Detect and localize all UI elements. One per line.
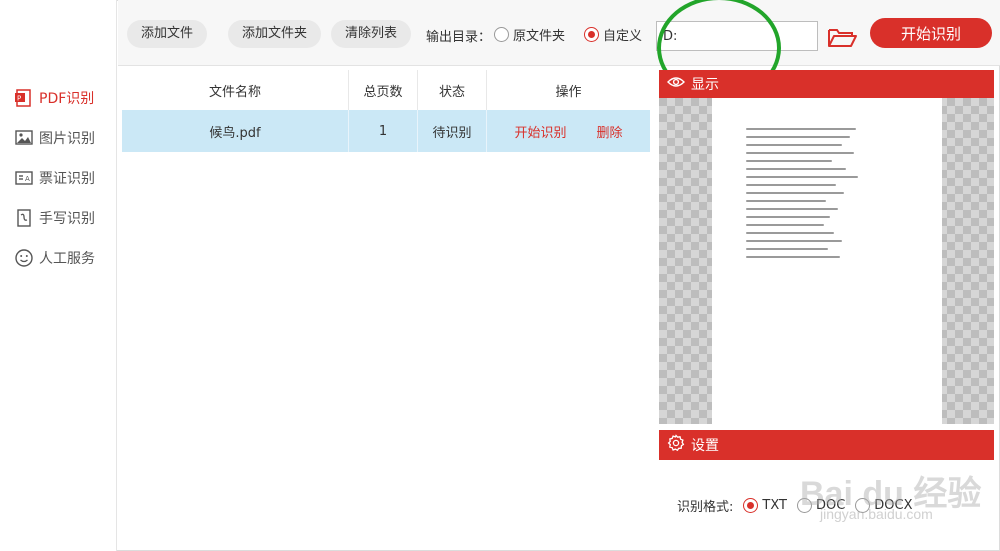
header-pages: 总页数 [349,70,418,110]
gear-icon [667,434,685,456]
clear-list-button[interactable]: 清除列表 [331,20,412,48]
sidebar-item-ticket[interactable]: A 票证识别 [14,166,95,190]
preview-panel: 显示 [659,70,994,426]
add-folder-button[interactable]: 添加文件夹 [228,20,322,48]
folder-open-icon[interactable] [826,24,858,50]
table-header: 文件名称 总页数 状态 操作 [122,70,650,110]
radio-dot [494,27,509,42]
cell-filename: 候鸟.pdf [122,110,349,152]
format-row: 识别格式: TXT DOC DOCX [677,496,913,515]
output-dir-label: 输出目录： [426,30,492,45]
cell-pages: 1 [349,110,418,152]
handwriting-icon [14,208,34,228]
sidebar-item-label: 人工服务 [39,251,95,267]
smiley-icon [14,248,34,268]
sidebar-item-label: 手写识别 [39,211,95,227]
settings-title: 设置 [691,438,719,454]
table-row[interactable]: 候鸟.pdf 1 待识别 开始识别 删除 [122,110,650,152]
header-filename: 文件名称 [122,70,349,110]
radio-format-docx[interactable]: DOCX [855,498,913,513]
ticket-icon: A [14,168,34,188]
settings-header: 设置 [659,430,994,460]
svg-text:P: P [17,95,21,103]
radio-format-doc[interactable]: DOC [796,498,846,513]
output-path-input[interactable] [656,21,818,51]
sidebar-item-service[interactable]: 人工服务 [14,246,95,270]
format-label: 识别格式: [677,500,734,515]
cell-actions: 开始识别 删除 [487,110,650,152]
sidebar-item-label: PDF识别 [39,91,95,107]
radio-format-txt[interactable]: TXT [743,498,787,513]
preview-header: 显示 [659,70,994,98]
preview-title: 显示 [691,77,719,93]
radio-dot [855,498,871,513]
pdf-icon: P [14,88,34,108]
radio-dot [796,498,812,513]
add-file-button[interactable]: 添加文件 [127,20,208,48]
sidebar-item-label: 图片识别 [39,131,95,147]
pdf-page-thumbnail [712,98,942,424]
radio-custom-folder[interactable]: 自定义 [584,25,642,44]
toolbar: 添加文件 添加文件夹 清除列表 输出目录： 原文件夹 自定义 开始识别 [118,0,1000,66]
image-icon [14,128,34,148]
radio-label: DOCX [874,498,913,513]
eye-icon [667,75,685,93]
sidebar-item-label: 票证识别 [39,171,95,187]
sidebar-item-pdf[interactable]: P PDF识别 [14,86,94,110]
preview-canvas [659,98,994,424]
radio-dot-selected [584,27,599,42]
radio-original-folder[interactable]: 原文件夹 [494,25,565,44]
row-delete-link[interactable]: 删除 [597,122,623,141]
svg-text:A: A [25,175,30,183]
row-start-link[interactable]: 开始识别 [514,122,566,141]
radio-label: 原文件夹 [513,29,566,44]
sidebar-item-image[interactable]: 图片识别 [14,126,95,150]
radio-label: DOC [815,498,846,513]
settings-panel: 设置 识别格式: TXT DOC DOCX [659,430,994,546]
radio-label: 自定义 [603,29,643,44]
header-status: 状态 [418,70,487,110]
radio-label: TXT [762,498,787,513]
sidebar: P PDF识别 图片识别 A 票证识别 手写识别 人工服务 [0,0,117,551]
file-table: 文件名称 总页数 状态 操作 候鸟.pdf 1 待识别 开始识别 删除 [122,70,650,152]
start-recognition-button[interactable]: 开始识别 [870,18,992,48]
radio-dot-selected [743,498,759,513]
sidebar-item-handwriting[interactable]: 手写识别 [14,206,95,230]
header-actions: 操作 [555,84,582,100]
cell-status: 待识别 [418,110,487,152]
